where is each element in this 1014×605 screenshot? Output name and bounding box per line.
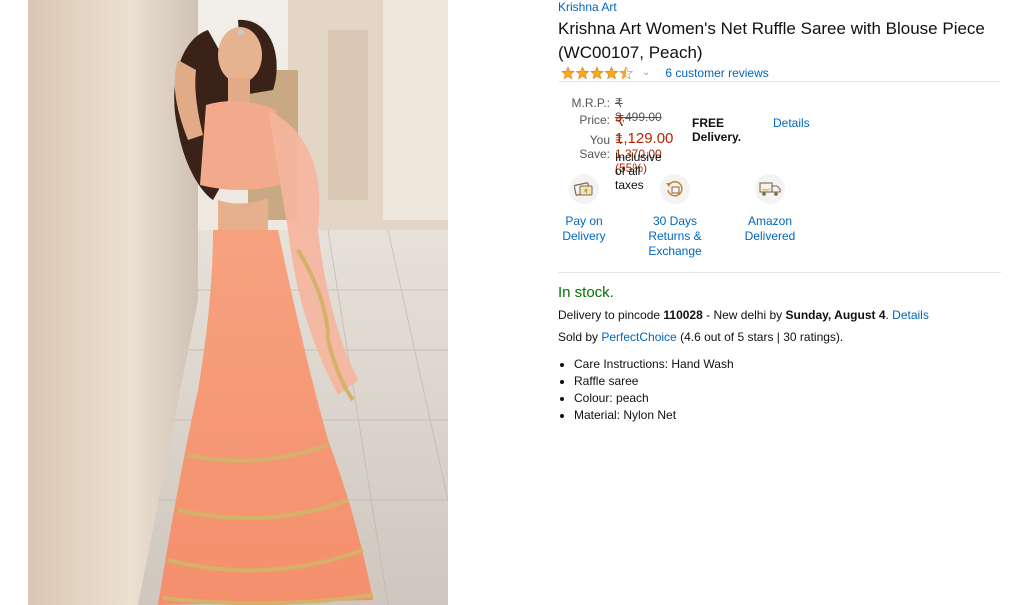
feature-amazon-delivered[interactable]: Amazon Delivered bbox=[735, 174, 805, 244]
list-item: Material: Nylon Net bbox=[574, 407, 734, 424]
customer-reviews-link[interactable]: 6 customer reviews bbox=[665, 66, 768, 80]
feature-label: Pay on bbox=[565, 214, 603, 228]
seller-rating: (4.6 out of 5 stars | 30 ratings). bbox=[676, 330, 844, 344]
sold-by-label: Sold by bbox=[558, 330, 602, 344]
svg-text:₹: ₹ bbox=[584, 189, 588, 196]
feature-label: 30 Days bbox=[652, 214, 698, 228]
stars-icon bbox=[561, 66, 633, 80]
sold-by: Sold by PerfectChoice (4.6 out of 5 star… bbox=[558, 330, 843, 344]
feature-returns[interactable]: 30 Days Returns & Exchange bbox=[640, 174, 710, 259]
free-delivery-text: FREE Delivery. bbox=[692, 116, 742, 144]
feature-bullets: Care Instructions: Hand Wash Raffle sare… bbox=[574, 356, 734, 424]
truck-icon bbox=[755, 174, 785, 204]
product-title: Krishna Art Women's Net Ruffle Saree wit… bbox=[558, 19, 985, 62]
delivery-details-link[interactable]: Details bbox=[892, 308, 929, 322]
pincode[interactable]: 110028 bbox=[663, 308, 702, 322]
availability-status: In stock. bbox=[558, 284, 614, 301]
feature-label: Delivered bbox=[744, 229, 796, 243]
feature-label: Delivery bbox=[562, 229, 606, 243]
divider bbox=[558, 272, 1001, 273]
feature-label: Returns & bbox=[648, 229, 702, 243]
price-label: Price: bbox=[579, 113, 610, 127]
delivery-city: - New delhi by bbox=[702, 308, 786, 322]
returns-icon bbox=[660, 174, 690, 204]
feature-label: Exchange bbox=[648, 244, 702, 258]
delivery-info: Delivery to pincode 110028 - New delhi b… bbox=[558, 308, 929, 322]
feature-label: Amazon bbox=[747, 214, 793, 228]
you-save-label: You Save: bbox=[579, 133, 610, 161]
pay-on-delivery-icon: ₹ bbox=[569, 174, 599, 204]
product-image[interactable] bbox=[28, 0, 448, 605]
brand-link[interactable]: Krishna Art bbox=[558, 0, 617, 14]
mrp-label: M.R.P.: bbox=[571, 96, 610, 110]
divider bbox=[558, 81, 1001, 82]
feature-pay-on-delivery[interactable]: ₹ Pay on Delivery bbox=[549, 174, 619, 244]
star-rating[interactable] bbox=[561, 66, 633, 80]
delivery-prefix: Delivery to pincode bbox=[558, 308, 664, 322]
chevron-down-icon[interactable]: ⌄ bbox=[642, 67, 650, 78]
rating-row: ⌄ 6 customer reviews bbox=[561, 65, 769, 81]
list-item: Colour: peach bbox=[574, 390, 734, 407]
delivery-details-link[interactable]: Details bbox=[773, 116, 810, 130]
list-item: Care Instructions: Hand Wash bbox=[574, 356, 734, 373]
list-item: Raffle saree bbox=[574, 373, 734, 390]
delivery-date: Sunday, August 4 bbox=[785, 308, 886, 322]
seller-link[interactable]: PerfectChoice bbox=[601, 330, 676, 344]
